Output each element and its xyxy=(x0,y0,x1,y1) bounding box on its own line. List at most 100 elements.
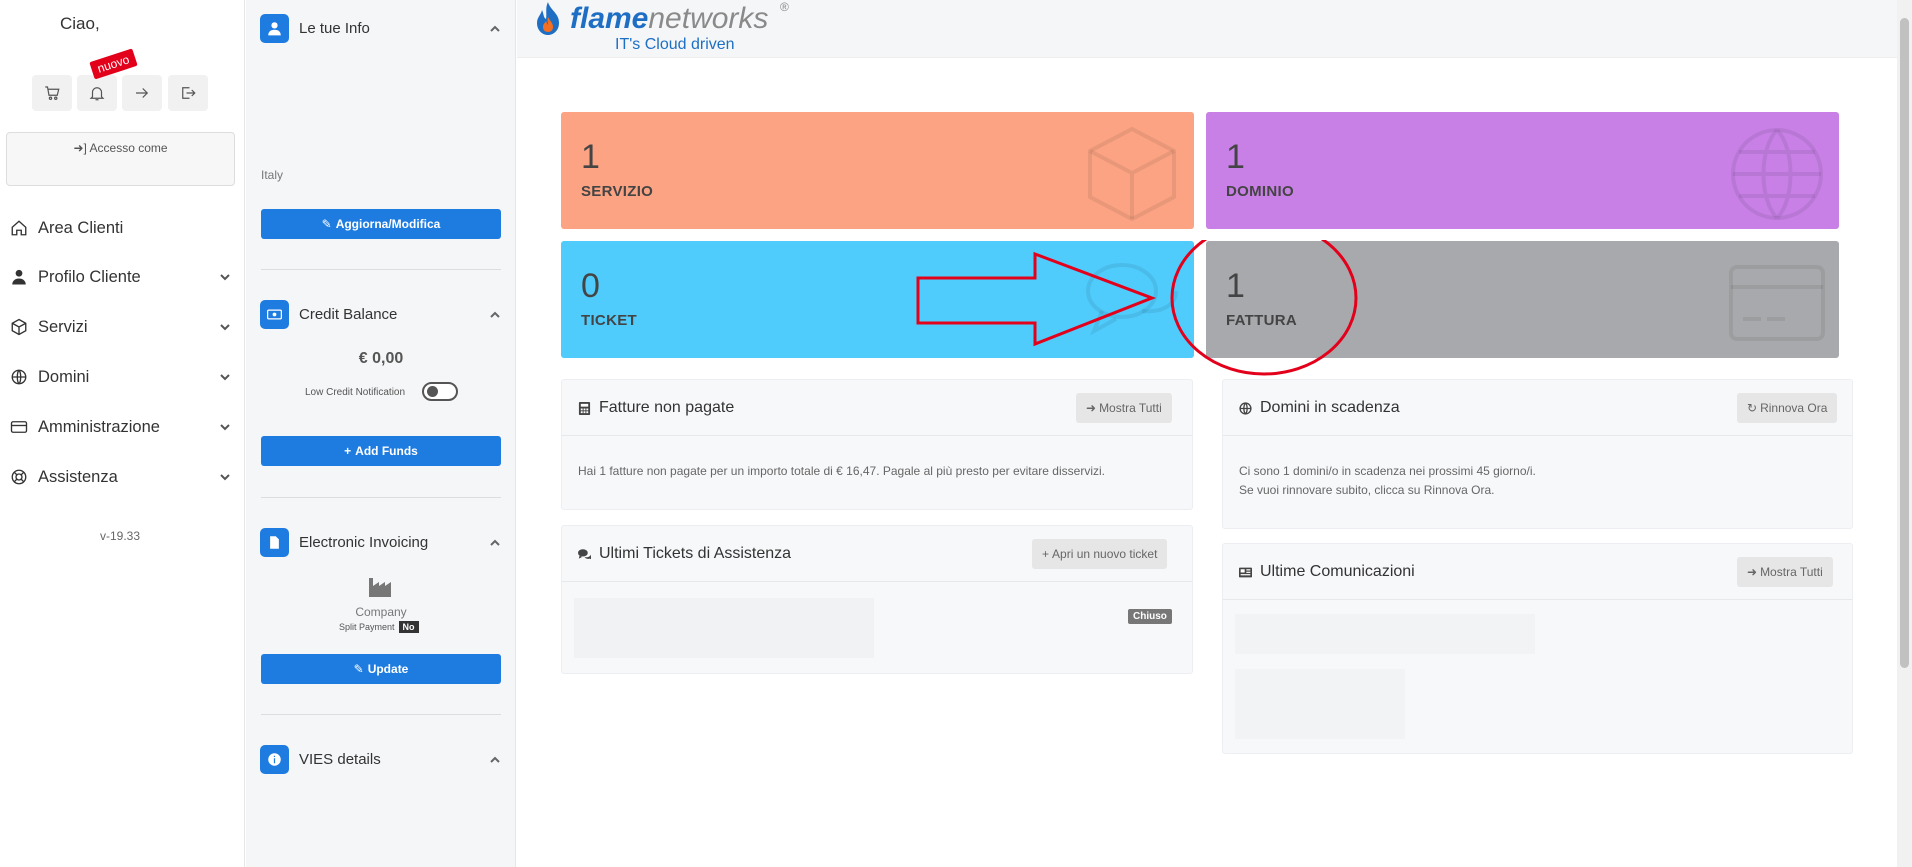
plus-icon: + xyxy=(1042,547,1050,561)
factory-icon xyxy=(369,578,391,597)
nav-label: Amministrazione xyxy=(38,417,160,436)
stat-label: SERVIZIO xyxy=(581,183,654,200)
stat-count: 0 xyxy=(581,267,600,305)
forward-button[interactable] xyxy=(122,75,162,111)
mostra-tutti-fatture-button[interactable]: ➜ Mostra Tutti xyxy=(1076,393,1172,423)
stat-fattura-tile[interactable]: 1 FATTURA xyxy=(1206,241,1839,358)
low-credit-toggle[interactable] xyxy=(422,382,458,401)
tagline: IT's Cloud driven xyxy=(615,36,735,53)
brand-logo[interactable]: flamenetworks xyxy=(570,2,768,36)
split-payment-value: No xyxy=(398,621,419,633)
top-header: flamenetworks ® IT's Cloud driven xyxy=(517,0,1897,58)
nav-label: Domini xyxy=(38,367,90,386)
version-label: v-19.33 xyxy=(100,529,141,543)
card-title: Domini in scadenza xyxy=(1239,399,1400,417)
add-funds-button[interactable]: + Add Funds xyxy=(261,436,501,466)
comunicazione-row[interactable] xyxy=(1235,614,1535,654)
stat-domini-tile[interactable]: 1 DOMINIO xyxy=(1206,112,1839,229)
section-title: VIES details xyxy=(299,750,381,768)
bell-icon xyxy=(89,87,105,101)
stat-label: DOMINIO xyxy=(1226,183,1294,200)
newspaper-icon xyxy=(1239,567,1252,577)
divider xyxy=(261,497,501,498)
button-label: Mostra Tutti xyxy=(1099,401,1162,415)
globe-icon xyxy=(1731,128,1823,220)
section-vies-details[interactable]: VIES details xyxy=(260,744,505,774)
credit-card-icon xyxy=(1729,265,1825,341)
stat-ticket-tile[interactable]: 0 TICKET xyxy=(561,241,1194,358)
nav-area-clienti[interactable]: Area Clienti xyxy=(10,213,235,243)
section-le-tue-info[interactable]: Le tue Info xyxy=(260,13,505,43)
info-icon xyxy=(260,744,289,774)
nav-amministrazione[interactable]: Amministrazione xyxy=(10,412,235,442)
account-info-panel: Le tue Info Italy ✎ Aggiorna/Modifica Cre… xyxy=(246,0,516,867)
card-body-text: Hai 1 fatture non pagate per un importo … xyxy=(578,464,1105,478)
logout-button[interactable] xyxy=(168,75,208,111)
update-button[interactable]: ✎ Update xyxy=(261,654,501,684)
box-icon xyxy=(11,318,27,336)
rinnova-ora-button[interactable]: ↻ Rinnova Ora xyxy=(1737,393,1838,423)
card-ultime-comunicazioni: Ultime Comunicazioni ➜ Mostra Tutti xyxy=(1222,543,1853,754)
card-title-text: Ultimi Tickets di Assistenza xyxy=(599,545,792,562)
scrollbar-thumb[interactable] xyxy=(1900,18,1909,668)
card-body-line: Ci sono 1 domini/o in scadenza nei pross… xyxy=(1239,464,1536,478)
left-sidebar: Ciao, nuovo ➜] Accesso come Area Clienti… xyxy=(0,0,245,867)
credit-amount: € 0,00 xyxy=(358,350,404,367)
divider xyxy=(261,714,501,715)
nav-assistenza[interactable]: Assistenza xyxy=(10,462,235,492)
box-icon xyxy=(1088,126,1176,222)
country-text: Italy xyxy=(261,168,284,182)
ticket-status-badge: Chiuso xyxy=(1128,609,1172,624)
notifications-button[interactable] xyxy=(77,75,117,111)
arrow-right-icon: ➜ xyxy=(1747,565,1758,579)
apri-nuovo-ticket-button[interactable]: + Apri un nuovo ticket xyxy=(1032,539,1168,569)
low-credit-label: Low Credit Notification xyxy=(305,387,406,398)
logo-light-text: networks xyxy=(648,2,769,35)
stat-servizi-tile[interactable]: 1 SERVIZIO xyxy=(561,112,1194,229)
page-scrollbar[interactable] xyxy=(1897,0,1912,867)
card-title-text: Fatture non pagate xyxy=(599,399,735,416)
chevron-up-icon[interactable] xyxy=(489,23,501,35)
stat-label: FATTURA xyxy=(1226,312,1297,329)
chevron-up-icon[interactable] xyxy=(489,754,501,766)
cart-button[interactable] xyxy=(32,75,72,111)
section-title: Credit Balance xyxy=(299,305,398,323)
section-electronic-invoicing[interactable]: Electronic Invoicing xyxy=(260,527,505,557)
card-fatture-non-pagate: Fatture non pagate ➜ Mostra Tutti Hai 1 f… xyxy=(561,379,1193,510)
comunicazione-row[interactable] xyxy=(1235,669,1405,739)
section-credit-balance[interactable]: Credit Balance xyxy=(260,299,505,329)
ticket-row[interactable] xyxy=(574,598,874,658)
stat-count: 1 xyxy=(581,138,600,176)
accesso-come-box[interactable]: ➜] Accesso come xyxy=(6,132,235,186)
refresh-icon: ↻ xyxy=(1747,401,1758,415)
chevron-up-icon[interactable] xyxy=(489,537,501,549)
stat-label: TICKET xyxy=(581,312,637,329)
flame-logo-icon xyxy=(537,2,559,35)
aggiorna-modifica-button[interactable]: ✎ Aggiorna/Modifica xyxy=(261,209,501,239)
nav-label: Area Clienti xyxy=(38,218,124,237)
card-ultimi-tickets: Ultimi Tickets di Assistenza + Apri un nu… xyxy=(561,525,1193,674)
card-body-line: Se vuoi rinnovare subito, clicca su Rinn… xyxy=(1239,483,1495,497)
split-payment-label: Split Payment xyxy=(339,622,395,632)
divider xyxy=(261,269,501,270)
logout-icon xyxy=(182,87,196,99)
chevron-down-icon xyxy=(220,474,230,481)
nav-label: Profilo Cliente xyxy=(38,267,141,286)
card-title-text: Domini in scadenza xyxy=(1260,399,1400,416)
button-label: Mostra Tutti xyxy=(1760,565,1823,579)
mostra-tutti-comunicazioni-button[interactable]: ➜ Mostra Tutti xyxy=(1737,557,1833,587)
calculator-icon xyxy=(578,401,591,415)
home-icon xyxy=(11,220,27,236)
plus-icon: + xyxy=(344,444,352,458)
user-icon xyxy=(260,13,289,43)
arrow-right-icon: ➜ xyxy=(1086,401,1097,415)
chevron-down-icon xyxy=(220,274,230,281)
nav-servizi[interactable]: Servizi xyxy=(10,312,235,342)
nav-domini[interactable]: Domini xyxy=(10,362,235,392)
section-title: Electronic Invoicing xyxy=(299,533,429,551)
nav-profilo-cliente[interactable]: Profilo Cliente xyxy=(10,262,235,292)
globe-icon xyxy=(11,369,27,385)
comments-icon xyxy=(578,548,591,559)
chevron-up-icon[interactable] xyxy=(489,309,501,321)
invoicing-type: Company xyxy=(355,605,407,619)
